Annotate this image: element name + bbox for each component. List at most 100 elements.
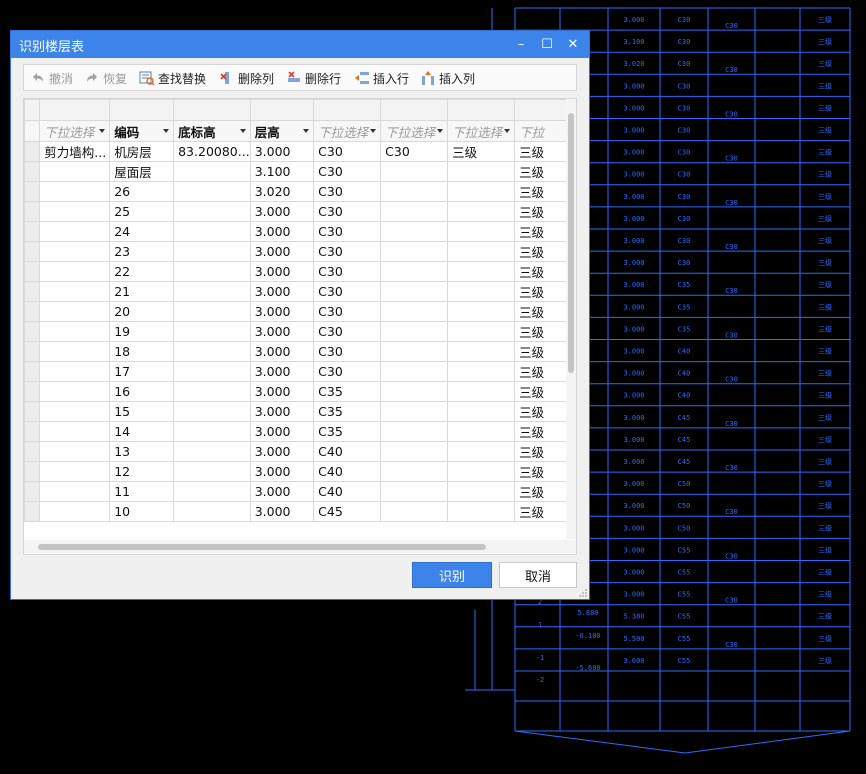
table-cell[interactable]: [447, 401, 516, 422]
table-cell[interactable]: 3.000: [249, 261, 315, 282]
table-cell[interactable]: C45: [313, 501, 382, 522]
row-header-cell[interactable]: [24, 481, 41, 502]
table-cell[interactable]: C30: [380, 141, 449, 162]
table-cell[interactable]: [380, 161, 449, 182]
chevron-down-icon[interactable]: [99, 129, 106, 133]
table-cell[interactable]: [39, 301, 111, 322]
table-cell[interactable]: [39, 461, 111, 482]
table-row[interactable]: 18 3.000 C30 三级: [24, 341, 576, 362]
table-cell[interactable]: C40: [313, 481, 382, 502]
table-cell[interactable]: C30: [313, 321, 382, 342]
table-cell[interactable]: [173, 361, 251, 382]
column-header-select[interactable]: 层高: [249, 120, 315, 142]
title-bar[interactable]: 识别楼层表 – ☐ ✕: [11, 31, 589, 58]
table-cell[interactable]: 13: [109, 441, 175, 462]
table-cell[interactable]: [380, 421, 449, 442]
table-cell[interactable]: 3.000: [249, 381, 315, 402]
table-cell[interactable]: 3.000: [249, 341, 315, 362]
row-header-cell[interactable]: [24, 241, 41, 262]
table-cell[interactable]: C30: [313, 181, 382, 202]
close-button[interactable]: ✕: [560, 31, 586, 58]
table-cell[interactable]: [39, 261, 111, 282]
table-cell[interactable]: 11: [109, 481, 175, 502]
delete-row-button[interactable]: 删除行: [286, 69, 341, 87]
table-cell[interactable]: 25: [109, 201, 175, 222]
table-row[interactable]: 14 3.000 C35 三级: [24, 421, 576, 442]
table-cell[interactable]: [447, 221, 516, 242]
row-header-cell[interactable]: [24, 201, 41, 222]
table-cell[interactable]: C30: [313, 201, 382, 222]
row-header-cell[interactable]: [24, 421, 41, 442]
table-cell[interactable]: [447, 201, 516, 222]
table-row[interactable]: 12 3.000 C40 三级: [24, 461, 576, 482]
table-cell[interactable]: 3.000: [249, 221, 315, 242]
table-cell[interactable]: 3.000: [249, 441, 315, 462]
table-cell[interactable]: [447, 421, 516, 442]
table-cell[interactable]: [39, 441, 111, 462]
row-header-cell[interactable]: [24, 501, 41, 522]
chevron-down-icon[interactable]: [163, 129, 170, 133]
table-cell[interactable]: [380, 261, 449, 282]
column-header-select[interactable]: 底标高: [173, 120, 251, 142]
redo-button[interactable]: 恢复: [84, 69, 127, 87]
table-cell[interactable]: [173, 461, 251, 482]
table-row[interactable]: 11 3.000 C40 三级: [24, 481, 576, 502]
table-cell[interactable]: [380, 401, 449, 422]
table-cell[interactable]: C30: [313, 221, 382, 242]
table-cell[interactable]: 18: [109, 341, 175, 362]
table-row[interactable]: 15 3.000 C35 三级: [24, 401, 576, 422]
table-cell[interactable]: [380, 301, 449, 322]
table-cell[interactable]: [173, 281, 251, 302]
table-cell[interactable]: [380, 441, 449, 462]
table-cell[interactable]: [447, 321, 516, 342]
table-cell[interactable]: [39, 181, 111, 202]
column-header-select[interactable]: 编码: [109, 120, 175, 142]
table-cell[interactable]: C35: [313, 381, 382, 402]
table-cell[interactable]: 10: [109, 501, 175, 522]
row-header-cell[interactable]: [24, 341, 41, 362]
table-row[interactable]: 21 3.000 C30 三级: [24, 281, 576, 302]
table-cell[interactable]: C30: [313, 281, 382, 302]
table-row[interactable]: 25 3.000 C30 三级: [24, 201, 576, 222]
table-cell[interactable]: [39, 241, 111, 262]
table-cell[interactable]: [173, 341, 251, 362]
table-cell[interactable]: [380, 381, 449, 402]
table-cell[interactable]: [380, 181, 449, 202]
table-cell[interactable]: 3.020: [249, 181, 315, 202]
table-cell[interactable]: 14: [109, 421, 175, 442]
cancel-button[interactable]: 取消: [499, 562, 577, 588]
table-cell[interactable]: 16: [109, 381, 175, 402]
table-cell[interactable]: C35: [313, 401, 382, 422]
table-row[interactable]: 屋面层 3.100 C30 三级: [24, 161, 576, 182]
table-cell[interactable]: 15: [109, 401, 175, 422]
table-cell[interactable]: [39, 381, 111, 402]
table-cell[interactable]: [447, 241, 516, 262]
row-header-cell[interactable]: [24, 461, 41, 482]
table-cell[interactable]: C30: [313, 261, 382, 282]
table-cell[interactable]: [380, 361, 449, 382]
table-cell[interactable]: [39, 501, 111, 522]
table-cell[interactable]: [173, 421, 251, 442]
table-cell[interactable]: [173, 501, 251, 522]
table-cell[interactable]: 21: [109, 281, 175, 302]
row-header-cell[interactable]: [24, 401, 41, 422]
delete-column-button[interactable]: 删除列: [219, 69, 274, 87]
table-cell[interactable]: 22: [109, 261, 175, 282]
column-header-select[interactable]: 下拉选择: [313, 120, 382, 142]
chevron-down-icon[interactable]: [504, 129, 511, 133]
table-row[interactable]: 23 3.000 C30 三级: [24, 241, 576, 262]
resize-grip-icon[interactable]: [579, 589, 587, 597]
table-cell[interactable]: [39, 341, 111, 362]
table-cell[interactable]: 20: [109, 301, 175, 322]
table-cell[interactable]: [447, 381, 516, 402]
table-cell[interactable]: 83.20080...: [173, 141, 251, 162]
table-cell[interactable]: [447, 461, 516, 482]
column-header-select[interactable]: 下拉选择: [447, 120, 516, 142]
table-cell[interactable]: [380, 241, 449, 262]
column-header-select[interactable]: 下拉选择: [380, 120, 449, 142]
table-cell[interactable]: 12: [109, 461, 175, 482]
table-cell[interactable]: 三级: [447, 141, 516, 162]
table-cell[interactable]: C30: [313, 161, 382, 182]
table-cell[interactable]: [39, 481, 111, 502]
table-cell[interactable]: C30: [313, 241, 382, 262]
